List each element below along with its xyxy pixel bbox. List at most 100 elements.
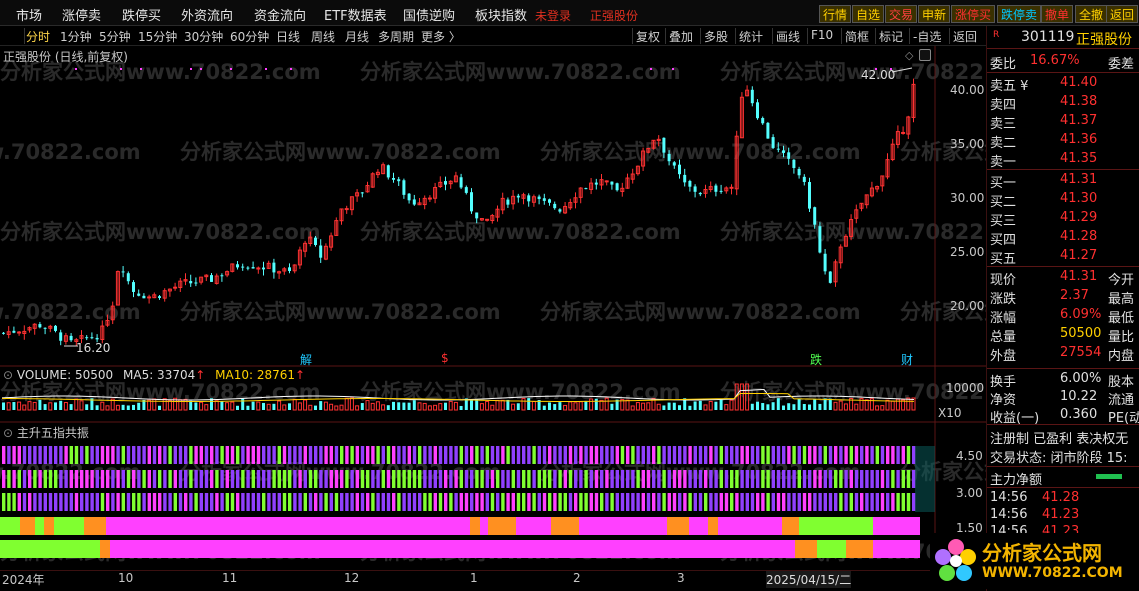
- period-2[interactable]: 5分钟: [99, 28, 131, 45]
- period-6[interactable]: 日线: [276, 28, 300, 45]
- indicator-bar: [636, 446, 640, 464]
- tool-7[interactable]: 标记: [879, 28, 903, 45]
- event-mark-unlock[interactable]: 解: [300, 351, 312, 368]
- menu-limit-up-sell[interactable]: 涨停卖: [62, 5, 101, 24]
- event-mark-drop[interactable]: 跌: [810, 351, 822, 368]
- stat-2[interactable]: 涨幅 6.09% 最低: [990, 307, 1138, 326]
- period-0[interactable]: 分时: [26, 28, 50, 45]
- indicator-bar: [43, 470, 47, 488]
- sell-level-4[interactable]: 卖一 41.35: [990, 151, 1138, 170]
- stat2-0-label2: 股本: [1108, 375, 1135, 390]
- tool-4[interactable]: 画线: [776, 28, 800, 45]
- menu-etf-table[interactable]: ETF数据表: [324, 5, 387, 24]
- period-10[interactable]: 更多 〉: [421, 28, 461, 45]
- volume-bar: [12, 402, 16, 410]
- stat2-1[interactable]: 净资 10.22 流通: [990, 389, 1138, 408]
- tool-8[interactable]: -自选: [913, 28, 941, 45]
- period-4[interactable]: 30分钟: [184, 28, 223, 45]
- quick-button-1[interactable]: 自选: [852, 5, 885, 23]
- kline-chart[interactable]: [0, 46, 986, 566]
- indicator-bar: [568, 493, 573, 511]
- indicator-bar: [490, 470, 495, 488]
- volume-bar: [438, 403, 443, 411]
- collapse-icon[interactable]: ⊙: [3, 368, 13, 382]
- collapse-icon[interactable]: ⊙: [3, 426, 13, 440]
- period-3[interactable]: 15分钟: [138, 28, 177, 45]
- quick-button-2[interactable]: 交易: [885, 5, 918, 23]
- indicator-bar: [444, 470, 448, 488]
- quick-button-0[interactable]: 行情: [819, 5, 852, 23]
- tool-2[interactable]: 多股: [704, 28, 728, 45]
- indicator-bar: [85, 470, 89, 488]
- quick-button-5[interactable]: 跌停卖: [997, 5, 1042, 23]
- menu-fund-flow[interactable]: 资金流向: [254, 5, 306, 24]
- stat-0[interactable]: 现价 41.31 今开: [990, 269, 1138, 288]
- indicator-bar: [48, 493, 53, 511]
- tool-9[interactable]: 返回: [953, 28, 977, 45]
- indicator-bar: [251, 470, 255, 488]
- stat2-0[interactable]: 换手 6.00% 股本: [990, 371, 1138, 390]
- volume-bar: [875, 405, 880, 411]
- price-tick: 40.00: [950, 83, 985, 97]
- tool-5[interactable]: F10: [811, 28, 833, 42]
- sell-level-0[interactable]: 卖五 ¥ 41.40: [990, 75, 1138, 94]
- indicator-bar: [126, 493, 131, 511]
- indicator-bar: [12, 470, 16, 488]
- tool-0[interactable]: 复权: [636, 28, 660, 45]
- buy-level-4[interactable]: 买五 41.27: [990, 248, 1138, 267]
- menu-foreign-flow[interactable]: 外资流向: [181, 5, 233, 24]
- quick-button-8[interactable]: 返回: [1106, 5, 1139, 23]
- volume-bar: [604, 397, 609, 411]
- tool-1[interactable]: 叠加: [669, 28, 693, 45]
- indicator-bar: [246, 493, 250, 511]
- menu-repo[interactable]: 国债逆购: [403, 5, 455, 24]
- menu-limit-down-buy[interactable]: 跌停买: [122, 5, 161, 24]
- quick-button-4[interactable]: 涨停买: [951, 5, 996, 23]
- buy-level-2[interactable]: 买三 41.29: [990, 210, 1138, 229]
- indicator-bar: [7, 493, 11, 511]
- event-mark-dividend[interactable]: $: [441, 351, 449, 365]
- quick-button-6[interactable]: 撤单: [1041, 5, 1074, 23]
- sell-level-2[interactable]: 卖三 41.37: [990, 113, 1138, 132]
- indicator-bar: [698, 470, 703, 488]
- volume-bar: [808, 404, 811, 410]
- buy-level-3[interactable]: 买四 41.28: [990, 229, 1138, 248]
- candle-body: [766, 122, 770, 139]
- indicator-bar: [470, 446, 474, 464]
- volume-bar: [158, 405, 161, 410]
- indicator-bar: [147, 493, 151, 511]
- buy-level-0[interactable]: 买一 41.31: [990, 172, 1138, 191]
- login-status[interactable]: 未登录: [535, 7, 571, 24]
- volume-bar: [407, 402, 411, 410]
- event-mark-finance[interactable]: 财: [901, 351, 913, 368]
- stat-4[interactable]: 外盘 27554 内盘: [990, 345, 1138, 364]
- volume-bar: [433, 404, 438, 411]
- volume-bar: [422, 402, 427, 411]
- indicator-bar: [173, 446, 177, 464]
- indicator-bar: [537, 493, 541, 511]
- quick-button-3[interactable]: 申新: [918, 5, 951, 23]
- date-label: 10: [118, 571, 134, 585]
- period-1[interactable]: 1分钟: [60, 28, 92, 45]
- sell-level-3[interactable]: 卖二 41.36: [990, 132, 1138, 151]
- period-5[interactable]: 60分钟: [230, 28, 269, 45]
- menu-sector-index[interactable]: 板块指数: [475, 5, 527, 24]
- period-7[interactable]: 周线: [311, 28, 335, 45]
- candle-body: [688, 180, 692, 187]
- buy-level-1[interactable]: 买二 41.30: [990, 191, 1138, 210]
- indicator-band: [516, 517, 551, 535]
- indicator-bar: [496, 446, 500, 464]
- period-8[interactable]: 月线: [345, 28, 369, 45]
- quick-button-7[interactable]: 全撤: [1075, 5, 1108, 23]
- tool-6[interactable]: 简框: [845, 28, 869, 45]
- menu-market[interactable]: 市场: [16, 5, 42, 24]
- candle-body: [427, 197, 432, 200]
- indicator-bar: [433, 446, 437, 464]
- volume-bar: [688, 405, 692, 410]
- stat-3[interactable]: 总量 50500 量比: [990, 326, 1138, 345]
- indicator-bar: [392, 470, 396, 488]
- stat-1[interactable]: 涨跌 2.37 最高: [990, 288, 1138, 307]
- sell-level-1[interactable]: 卖四 41.38: [990, 94, 1138, 113]
- tool-3[interactable]: 统计: [739, 28, 763, 45]
- period-9[interactable]: 多周期: [378, 28, 414, 45]
